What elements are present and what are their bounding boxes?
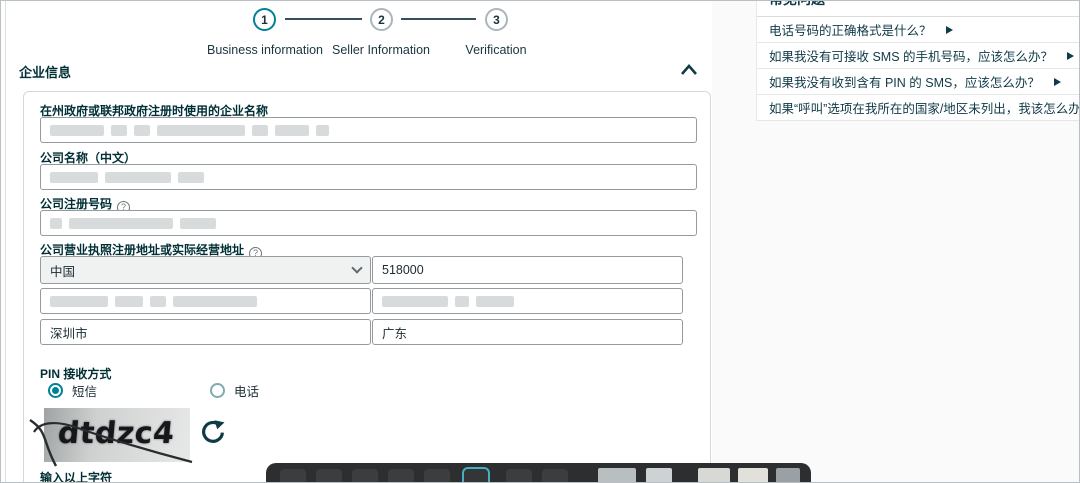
section-title: 企业信息 [19,62,71,81]
dock-app-icon[interactable] [542,469,568,483]
expand-arrow-icon [946,26,953,34]
step-1-label: Business information [204,43,326,57]
collapse-section-button[interactable] [677,61,701,79]
dock-window-thumbnail[interactable] [698,468,730,483]
dock-window-thumbnail[interactable] [738,468,768,483]
registration-number-input[interactable] [40,210,697,236]
redacted-text [50,296,108,307]
step-connector-1 [285,18,362,20]
dock-window-thumbnail[interactable] [646,468,672,483]
dock-app-icon[interactable] [424,469,450,483]
step-3-number: 3 [493,13,500,27]
pin-method-label: PIN 接收方式 [40,365,111,382]
country-value: 中国 [50,261,75,280]
pin-option-phone-label: 电话 [234,381,259,400]
step-connector-2 [401,18,476,20]
dock-app-icon[interactable] [280,469,306,483]
faq-item-no-sms-number[interactable]: 如果我没有可接收 SMS 的手机号码，应该怎么办？ [757,43,1080,69]
dock-window-thumbnail[interactable] [598,468,636,483]
faq-panel: 常见问题 电话号码的正确格式是什么？ 如果我没有可接收 SMS 的手机号码，应该… [756,1,1080,121]
page-left-divider [5,1,6,482]
radio-selected-icon[interactable] [48,383,63,398]
business-info-card: 在州政府或联邦政府注册时使用的企业名称 公司名称（中文） 公司注册号码? 公司营… [23,91,711,483]
dock-app-icon[interactable] [506,469,532,483]
business-name-input[interactable] [40,117,697,143]
dock-app-icon[interactable] [352,469,378,483]
dock-active-app-icon[interactable] [462,467,490,483]
address-line1-input[interactable] [40,288,371,314]
expand-arrow-icon [1067,52,1074,60]
registration-page: 1 2 3 Business information Seller Inform… [0,0,1080,483]
redacted-text [50,172,98,183]
faq-header: 常见问题 [769,1,825,9]
chevron-down-icon [351,262,362,273]
redacted-text [50,125,104,136]
faq-item-phone-format[interactable]: 电话号码的正确格式是什么？ [757,17,1080,43]
country-select[interactable]: 中国 [40,256,371,284]
redacted-text [382,296,448,307]
step-2-circle: 2 [370,8,393,31]
redacted-text [50,218,62,229]
postal-code-input[interactable] [372,256,683,284]
province-input[interactable] [372,319,683,345]
radio-unselected-icon[interactable] [210,383,225,398]
captcha-input-label: 输入以上字符 [40,469,112,483]
step-3-label: Verification [461,43,531,57]
faq-header-strip: 常见问题 [757,1,1080,17]
dock [266,463,811,483]
pin-option-phone[interactable]: 电话 [210,381,259,400]
city-input[interactable] [40,319,371,345]
address-line2-input[interactable] [372,288,683,314]
step-3-circle: 3 [485,8,508,31]
dock-app-icon[interactable] [316,469,342,483]
dock-app-icon[interactable] [388,469,414,483]
step-2-label: Seller Information [332,43,430,57]
pin-option-sms[interactable]: 短信 [48,381,97,400]
company-name-cn-input[interactable] [40,164,697,190]
refresh-icon [198,418,226,446]
dock-window-thumbnail[interactable] [776,468,800,483]
expand-arrow-icon [1054,78,1061,86]
pin-option-sms-label: 短信 [72,381,97,400]
faq-item-no-pin-sms[interactable]: 如果我没有收到含有 PIN 的 SMS，应该怎么办？ [757,69,1080,95]
captcha-text: dtdzc4 [56,416,175,451]
step-1-circle: 1 [253,8,276,31]
step-2-number: 2 [378,13,385,27]
captcha-refresh-button[interactable] [198,418,226,446]
chevron-up-icon [677,61,701,79]
faq-item-call-unlisted[interactable]: 如果“呼叫”选项在我所在的国家/地区未列出，我该怎么办？ [757,95,1080,121]
captcha-image: dtdzc4 [44,408,190,462]
step-1-number: 1 [261,13,268,27]
